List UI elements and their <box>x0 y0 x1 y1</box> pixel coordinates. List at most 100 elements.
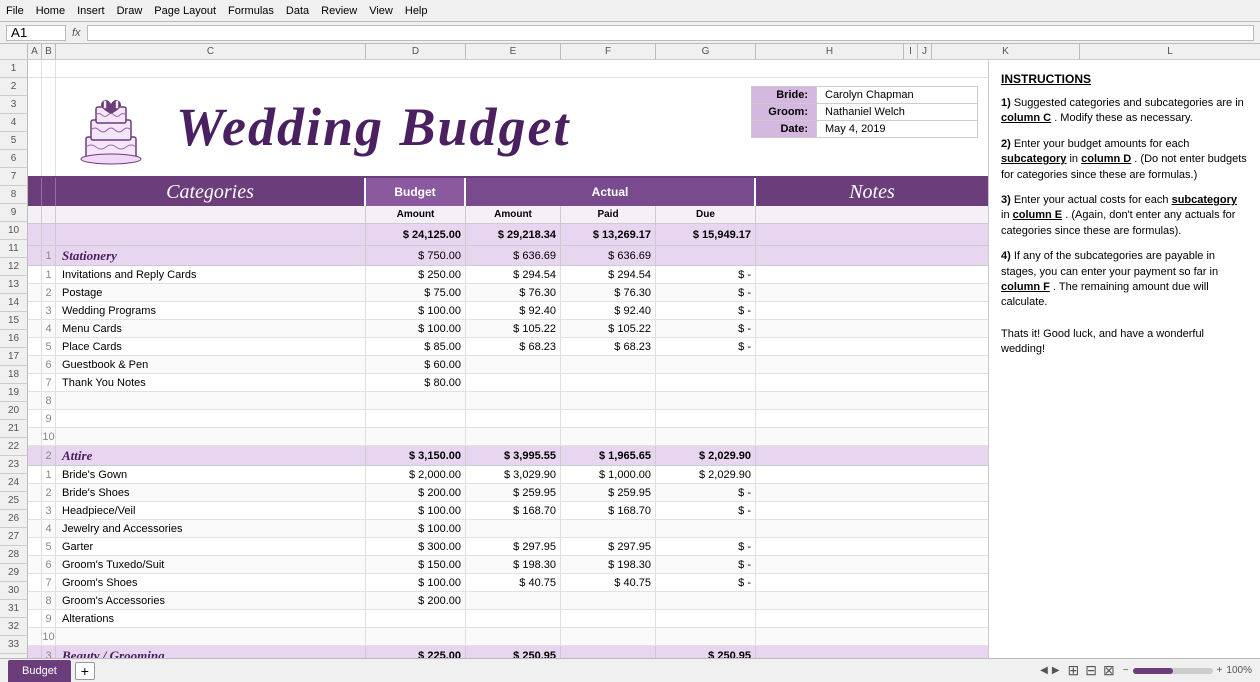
inst-4-col: column F <box>1001 281 1050 293</box>
row-brides-shoes[interactable]: 2 Bride's Shoes $ 200.00 $ 259.95 $ 259.… <box>28 484 988 502</box>
fit-view-icon[interactable]: ⊠ <box>1103 662 1115 679</box>
menu-help[interactable]: Help <box>405 5 428 17</box>
thankyou-budget: $ 80.00 <box>366 374 466 391</box>
row-num-29: 29 <box>0 564 28 582</box>
instruction-3: 3) Enter your actual costs for each subc… <box>1001 193 1248 239</box>
menu-formulas[interactable]: Formulas <box>228 5 274 17</box>
row-num-15: 15 <box>0 312 28 330</box>
menu-pagelayout[interactable]: Page Layout <box>154 5 216 17</box>
cat-beauty-row[interactable]: 3 Beauty / Grooming $ 225.00 $ 250.95 $ … <box>28 646 988 658</box>
beauty-label: Beauty / Grooming <box>62 648 165 659</box>
row-num-5: 5 <box>0 132 28 150</box>
brides-shoes-budget: $ 200.00 <box>366 484 466 501</box>
add-sheet-button[interactable]: + <box>75 662 95 680</box>
menu-draw[interactable]: Draw <box>117 5 143 17</box>
bride-value: Carolyn Chapman <box>817 87 977 103</box>
menu-view[interactable]: View <box>369 5 393 17</box>
formula-input[interactable] <box>87 25 1254 41</box>
instruction-1: 1) Suggested categories and subcategorie… <box>1001 96 1248 127</box>
programs-budget: $ 100.00 <box>366 302 466 319</box>
cell-reference-input[interactable] <box>6 25 66 41</box>
budget-tab[interactable]: Budget <box>8 660 71 682</box>
row-num-21: 21 <box>0 420 28 438</box>
menu-insert[interactable]: Insert <box>77 5 105 17</box>
inst-2-text: Enter your budget amounts for each <box>1014 138 1190 150</box>
page-title: Wedding Budget <box>176 96 571 158</box>
scroll-left-icon[interactable]: ◀ <box>1040 665 1048 676</box>
row-attire-empty10[interactable]: 10 <box>28 628 988 646</box>
grooms-tuxedo-paid: $ 198.30 <box>561 556 656 573</box>
date-label: Date: <box>752 121 817 137</box>
categories-col-header: Categories <box>56 178 366 206</box>
stationery-actual: $ 636.69 <box>466 246 561 265</box>
instructions-footer: Thats it! Good luck, and have a wonderfu… <box>1001 327 1248 358</box>
row-grooms-tuxedo[interactable]: 6 Groom's Tuxedo/Suit $ 150.00 $ 198.30 … <box>28 556 988 574</box>
menu-cards-due: $ - <box>656 320 756 337</box>
row-headpiece[interactable]: 3 Headpiece/Veil $ 100.00 $ 168.70 $ 168… <box>28 502 988 520</box>
programs-actual: $ 92.40 <box>466 302 561 319</box>
row-grooms-shoes[interactable]: 7 Groom's Shoes $ 100.00 $ 40.75 $ 40.75… <box>28 574 988 592</box>
total-paid: $ 13,269.17 <box>561 224 656 245</box>
row-invitations[interactable]: 1 Invitations and Reply Cards $ 250.00 $… <box>28 266 988 284</box>
row-stat-empty8[interactable]: 8 <box>28 392 988 410</box>
row-alterations[interactable]: 9 Alterations <box>28 610 988 628</box>
row-garter[interactable]: 5 Garter $ 300.00 $ 297.95 $ 297.95 $ - <box>28 538 988 556</box>
row-num-31: 31 <box>0 600 28 618</box>
formula-bar: fx <box>0 22 1260 44</box>
headpiece-paid: $ 168.70 <box>561 502 656 519</box>
row-guestbook[interactable]: 6 Guestbook & Pen $ 60.00 <box>28 356 988 374</box>
total-due: $ 15,949.17 <box>656 224 756 245</box>
row-postage[interactable]: 2 Postage $ 75.00 $ 76.30 $ 76.30 $ - <box>28 284 988 302</box>
place-cards-name: Place Cards <box>56 338 366 355</box>
row-grooms-accessories[interactable]: 8 Groom's Accessories $ 200.00 <box>28 592 988 610</box>
scroll-right-icon[interactable]: ▶ <box>1052 665 1060 676</box>
row-programs[interactable]: 3 Wedding Programs $ 100.00 $ 92.40 $ 92… <box>28 302 988 320</box>
app-container: File Home Insert Draw Page Layout Formul… <box>0 0 1260 682</box>
brides-shoes-actual: $ 259.95 <box>466 484 561 501</box>
row-place-cards[interactable]: 5 Place Cards $ 85.00 $ 68.23 $ 68.23 $ … <box>28 338 988 356</box>
row-stat-empty10[interactable]: 10 <box>28 428 988 446</box>
postage-paid: $ 76.30 <box>561 284 656 301</box>
row-stat-empty9[interactable]: 9 <box>28 410 988 428</box>
row-menu-cards[interactable]: 4 Menu Cards $ 100.00 $ 105.22 $ 105.22 … <box>28 320 988 338</box>
row-num-2: 2 <box>0 78 28 96</box>
postage-actual: $ 76.30 <box>466 284 561 301</box>
row-num-7: 7 <box>0 168 28 186</box>
row-brides-gown[interactable]: 1 Bride's Gown $ 2,000.00 $ 3,029.90 $ 1… <box>28 466 988 484</box>
menu-file[interactable]: File <box>6 5 24 17</box>
row-num-18: 18 <box>0 366 28 384</box>
menu-data[interactable]: Data <box>286 5 309 17</box>
row-num-16: 16 <box>0 330 28 348</box>
col-c-label: C <box>56 46 365 57</box>
col-header-b: B <box>42 44 56 59</box>
date-value: May 4, 2019 <box>817 121 977 137</box>
zoom-in-button[interactable]: + <box>1217 665 1223 676</box>
col-j-label: J <box>918 46 931 57</box>
programs-name: Wedding Programs <box>56 302 366 319</box>
wedding-table[interactable]: Wedding Budget Bride: Carolyn Chapman Gr… <box>28 60 988 658</box>
inst-3-text2: in <box>1001 209 1013 221</box>
menu-review[interactable]: Review <box>321 5 357 17</box>
row-jewelry[interactable]: 4 Jewelry and Accessories $ 100.00 <box>28 520 988 538</box>
menu-cards-name: Menu Cards <box>56 320 366 337</box>
row-num-30: 30 <box>0 582 28 600</box>
col-header-c: C <box>56 44 366 59</box>
table-view-icon[interactable]: ⊟ <box>1085 662 1097 679</box>
cat-stationery-row[interactable]: 1 Stationery $ 750.00 $ 636.69 $ 636.69 <box>28 246 988 266</box>
grid-view-icon[interactable]: ⊞ <box>1068 662 1080 679</box>
inst-1-col: column C <box>1001 112 1051 124</box>
col-header-g: G <box>656 44 756 59</box>
zoom-out-button[interactable]: − <box>1123 665 1129 676</box>
bottom-right-controls: ◀ ▶ ⊞ ⊟ ⊠ − + 100% <box>1040 662 1252 679</box>
guestbook-name: Guestbook & Pen <box>56 356 366 373</box>
instruction-2: 2) Enter your budget amounts for each su… <box>1001 137 1248 183</box>
row-number-column: 1234567891011121314151617181920212223242… <box>0 60 28 658</box>
attire-paid: $ 1,965.65 <box>561 446 656 465</box>
bride-label: Bride: <box>752 87 817 103</box>
cat-attire-row[interactable]: 2 Attire $ 3,150.00 $ 3,995.55 $ 1,965.6… <box>28 446 988 466</box>
row-thankyou[interactable]: 7 Thank You Notes $ 80.00 <box>28 374 988 392</box>
menu-home[interactable]: Home <box>36 5 65 17</box>
zoom-slider[interactable] <box>1133 668 1213 674</box>
inst-2-col2: column D <box>1081 153 1131 165</box>
guestbook-budget: $ 60.00 <box>366 356 466 373</box>
